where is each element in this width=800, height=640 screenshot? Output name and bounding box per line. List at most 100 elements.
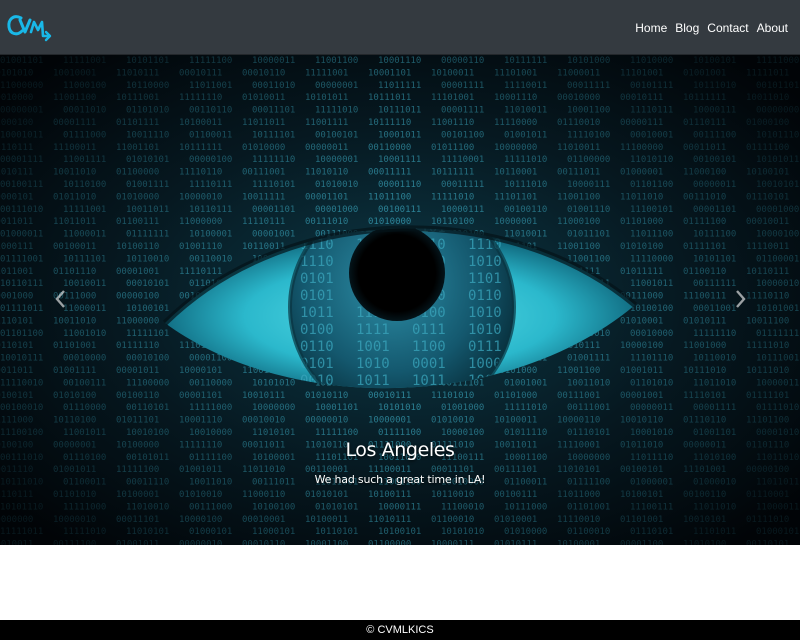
svg-text:00010111: 00010111: [620, 93, 663, 103]
svg-text:00111000: 00111000: [189, 502, 232, 512]
svg-text:01001101: 01001101: [693, 428, 736, 438]
svg-text:01101000: 01101000: [494, 391, 537, 401]
svg-text:01001110: 01001110: [179, 242, 222, 252]
svg-text:01000001: 01000001: [620, 168, 663, 178]
svg-text:00001100: 00001100: [620, 540, 663, 545]
svg-text:00011010: 00011010: [63, 106, 106, 116]
svg-text:10100011: 10100011: [179, 118, 222, 128]
svg-text:10000001: 10000001: [494, 217, 537, 227]
svg-text:11101001: 11101001: [431, 93, 474, 103]
svg-text:11100111: 11100111: [683, 292, 726, 302]
svg-text:11011000: 11011000: [557, 490, 600, 500]
svg-text:10100011: 10100011: [431, 68, 474, 78]
svg-text:1110: 1110: [300, 254, 334, 270]
svg-text:11110011: 11110011: [746, 242, 789, 252]
svg-text:11000100: 11000100: [683, 168, 726, 178]
svg-text:01100000: 01100000: [368, 540, 411, 545]
svg-text:11101101: 11101101: [494, 192, 537, 202]
svg-text:11001100: 11001100: [557, 192, 600, 202]
svg-text:01110001: 01110001: [746, 490, 789, 500]
slide-title: Los Angeles: [345, 439, 455, 461]
svg-text:11011111: 11011111: [378, 81, 421, 91]
svg-text:10001011: 10001011: [0, 130, 43, 140]
svg-text:10110111: 10110111: [0, 279, 43, 289]
nav-blog-link[interactable]: Blog: [675, 21, 699, 35]
svg-text:11000011: 11000011: [557, 68, 600, 78]
svg-text:01010010: 01010010: [431, 416, 474, 426]
svg-text:10111101: 10111101: [63, 254, 106, 264]
svg-text:00000100: 00000100: [116, 292, 159, 302]
svg-text:11111010: 11111010: [431, 192, 474, 202]
svg-text:11110111: 11110111: [179, 267, 222, 277]
navbar: Home Blog Contact About: [0, 0, 800, 55]
svg-text:01111011: 01111011: [0, 304, 43, 314]
svg-text:01111100: 01111100: [378, 428, 421, 438]
svg-text:10010000: 10010000: [189, 428, 232, 438]
svg-text:01101010: 01101010: [53, 490, 96, 500]
svg-text:11110011: 11110011: [504, 81, 547, 91]
svg-text:11011100: 11011100: [630, 230, 673, 240]
svg-text:10111011: 10111011: [368, 93, 411, 103]
cvm-logo-icon[interactable]: [6, 10, 54, 44]
svg-text:00111001: 00111001: [567, 403, 610, 413]
svg-text:00000001: 00000001: [315, 81, 358, 91]
svg-text:01000101: 01000101: [189, 527, 232, 537]
svg-text:10000111: 10000111: [431, 540, 474, 545]
svg-text:01010000: 01010000: [116, 192, 159, 202]
svg-text:10001011: 10001011: [378, 130, 421, 140]
svg-text:01000101: 01000101: [756, 527, 799, 537]
svg-text:10000010: 10000010: [53, 515, 96, 525]
svg-text:00001101: 00001101: [693, 205, 736, 215]
svg-text:00010011: 00010011: [746, 217, 789, 227]
svg-text:01010111: 01010111: [0, 168, 33, 178]
nav-about-link[interactable]: About: [757, 21, 788, 35]
svg-text:00100111: 00100111: [494, 490, 537, 500]
svg-text:11111001: 11111001: [63, 56, 106, 66]
svg-text:10000100: 10000100: [756, 230, 799, 240]
svg-text:10001110: 10001110: [378, 56, 421, 66]
svg-text:11010010: 11010010: [126, 502, 169, 512]
svg-text:01001001: 01001001: [683, 68, 726, 78]
svg-text:10010101: 10010101: [756, 180, 799, 190]
svg-text:11001011: 11001011: [63, 428, 106, 438]
svg-text:11011010: 11011010: [693, 378, 736, 388]
svg-text:0100: 0100: [300, 322, 334, 338]
svg-text:01110000: 01110000: [63, 403, 106, 413]
svg-text:10110100: 10110100: [63, 180, 106, 190]
svg-text:01001011: 01001011: [116, 540, 159, 545]
svg-text:10110111: 10110111: [189, 205, 232, 215]
svg-text:10111101: 10111101: [252, 130, 295, 140]
svg-text:10101011: 10101011: [756, 155, 799, 165]
svg-text:10111111: 10111111: [504, 56, 547, 66]
svg-text:10111111: 10111111: [683, 93, 726, 103]
nav-contact-link[interactable]: Contact: [707, 21, 748, 35]
svg-text:10001110: 10001110: [494, 93, 537, 103]
svg-text:00110101: 00110101: [126, 403, 169, 413]
svg-text:10011110: 10011110: [126, 130, 169, 140]
carousel-prev-button[interactable]: [48, 281, 74, 317]
svg-text:00001111: 00001111: [0, 155, 43, 165]
svg-text:11010000: 11010000: [630, 56, 673, 66]
svg-text:11101010: 11101010: [431, 391, 474, 401]
svg-text:01100110: 01100110: [683, 267, 726, 277]
svg-text:0101: 0101: [300, 288, 334, 304]
svg-text:1010: 1010: [356, 356, 390, 372]
nav-home-link[interactable]: Home: [635, 21, 667, 35]
carousel-next-button[interactable]: [727, 281, 753, 317]
svg-text:10100011: 10100011: [494, 416, 537, 426]
svg-text:10101011: 10101011: [305, 93, 348, 103]
svg-text:01111100: 01111100: [746, 143, 789, 153]
svg-text:10100101: 10100101: [126, 304, 169, 314]
svg-text:10110000: 10110000: [126, 81, 169, 91]
svg-text:10100001: 10100001: [189, 230, 232, 240]
svg-text:00001010: 00001010: [756, 428, 799, 438]
svg-text:10101101: 10101101: [126, 56, 169, 66]
svg-text:01110101: 01110101: [630, 527, 673, 537]
svg-text:10000011: 10000011: [252, 56, 295, 66]
svg-text:11100111: 11100111: [630, 502, 673, 512]
svg-text:10010001: 10010001: [53, 68, 96, 78]
svg-text:10110100: 10110100: [53, 416, 96, 426]
svg-text:00000010: 00000010: [179, 540, 222, 545]
svg-text:10010101: 10010101: [683, 515, 726, 525]
svg-text:10000111: 10000111: [441, 205, 484, 215]
